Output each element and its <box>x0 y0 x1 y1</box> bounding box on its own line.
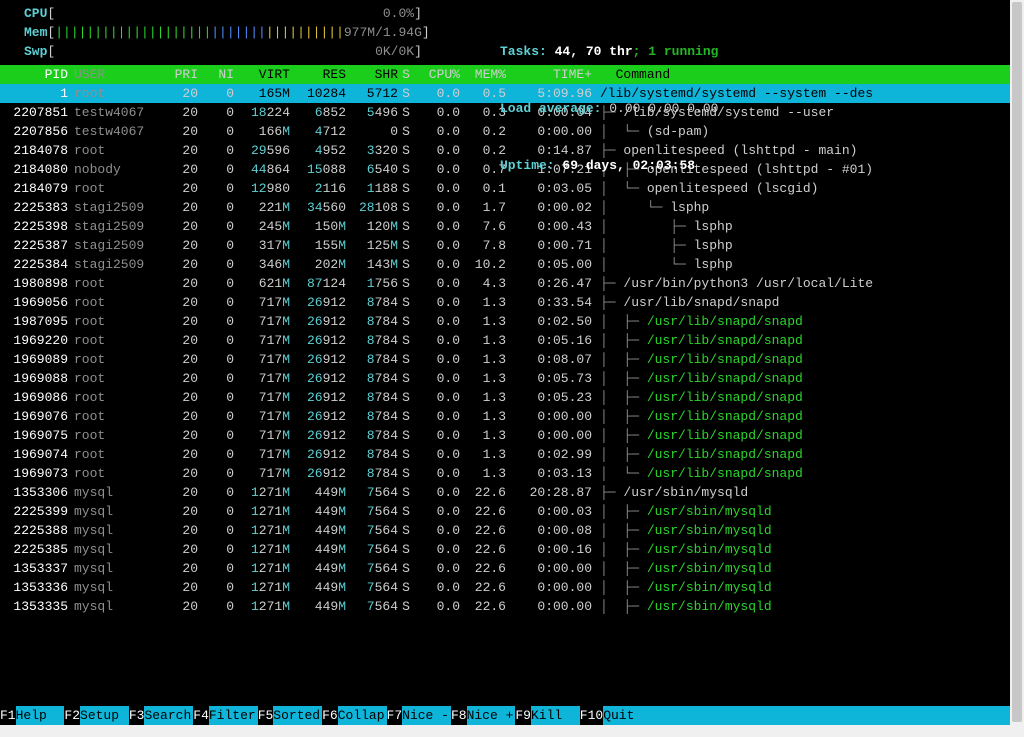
footer-label[interactable]: Sorted <box>273 706 322 725</box>
process-row[interactable]: 2225387stagi2509200317M155M125MS0.07.80:… <box>0 236 1010 255</box>
footer-label[interactable]: Help <box>16 706 65 725</box>
process-row[interactable]: 1969089root200717M269128784S0.01.30:08.0… <box>0 350 1010 369</box>
footer-label[interactable]: Quit <box>603 706 636 725</box>
footer-key: F5 <box>258 706 274 725</box>
footer-key: F7 <box>387 706 403 725</box>
terminal-window: CPU[ 0.0%] Mem[|||||||||||||||||||||||||… <box>0 0 1010 725</box>
footer-key: F3 <box>129 706 145 725</box>
footer-label[interactable]: Nice - <box>402 706 451 725</box>
tasks-line: Tasks: 44, 70 thr; 1 running <box>500 42 718 61</box>
process-row[interactable]: 2225398stagi2509200245M150M120MS0.07.60:… <box>0 217 1010 236</box>
process-row[interactable]: 1353337mysql2001271M449M7564S0.022.60:00… <box>0 559 1010 578</box>
process-row[interactable]: 1969220root200717M269128784S0.01.30:05.1… <box>0 331 1010 350</box>
process-row[interactable]: 2225384stagi2509200346M202M143MS0.010.20… <box>0 255 1010 274</box>
process-row[interactable]: 2225388mysql2001271M449M7564S0.022.60:00… <box>0 521 1010 540</box>
process-row[interactable]: 1353306mysql2001271M449M7564S0.022.620:2… <box>0 483 1010 502</box>
process-row[interactable]: 1353335mysql2001271M449M7564S0.022.60:00… <box>0 597 1010 616</box>
uptime-line: Uptime: 69 days, 02:03:58 <box>500 156 718 175</box>
footer-label[interactable]: Kill <box>531 706 580 725</box>
footer-label[interactable]: Nice + <box>467 706 516 725</box>
process-row[interactable]: 1969076root200717M269128784S0.01.30:00.0… <box>0 407 1010 426</box>
scrollbar-thumb[interactable] <box>1012 2 1022 722</box>
footer-label[interactable]: Collap <box>338 706 387 725</box>
process-row[interactable]: 2225399mysql2001271M449M7564S0.022.60:00… <box>0 502 1010 521</box>
scrollbar[interactable] <box>1010 0 1024 725</box>
footer-key: F6 <box>322 706 338 725</box>
footer-key: F1 <box>0 706 16 725</box>
right-stats: Tasks: 44, 70 thr; 1 running Load averag… <box>500 4 718 213</box>
footer-label[interactable]: Search <box>144 706 193 725</box>
process-row[interactable]: 1987095root200717M269128784S0.01.30:02.5… <box>0 312 1010 331</box>
load-line: Load average: 0.00 0.00 0.00 <box>500 99 718 118</box>
process-row[interactable]: 1969088root200717M269128784S0.01.30:05.7… <box>0 369 1010 388</box>
footer-key: F4 <box>193 706 209 725</box>
footer-key: F9 <box>515 706 531 725</box>
process-row[interactable]: 1969074root200717M269128784S0.01.30:02.9… <box>0 445 1010 464</box>
process-row[interactable]: 1969075root200717M269128784S0.01.30:00.0… <box>0 426 1010 445</box>
footer-key: F10 <box>580 706 603 725</box>
process-row[interactable]: 1980898root200621M871241756S0.04.30:26.4… <box>0 274 1010 293</box>
footer-bar[interactable]: F1Help F2Setup F3SearchF4FilterF5SortedF… <box>0 706 1010 725</box>
footer-key: F8 <box>451 706 467 725</box>
footer-label[interactable]: Filter <box>209 706 258 725</box>
process-row[interactable]: 1969056root200717M269128784S0.01.30:33.5… <box>0 293 1010 312</box>
footer-label[interactable]: Setup <box>80 706 129 725</box>
process-row[interactable]: 1969086root200717M269128784S0.01.30:05.2… <box>0 388 1010 407</box>
process-row[interactable]: 1353336mysql2001271M449M7564S0.022.60:00… <box>0 578 1010 597</box>
process-row[interactable]: 2225385mysql2001271M449M7564S0.022.60:00… <box>0 540 1010 559</box>
process-row[interactable]: 1969073root200717M269128784S0.01.30:03.1… <box>0 464 1010 483</box>
footer-key: F2 <box>64 706 80 725</box>
